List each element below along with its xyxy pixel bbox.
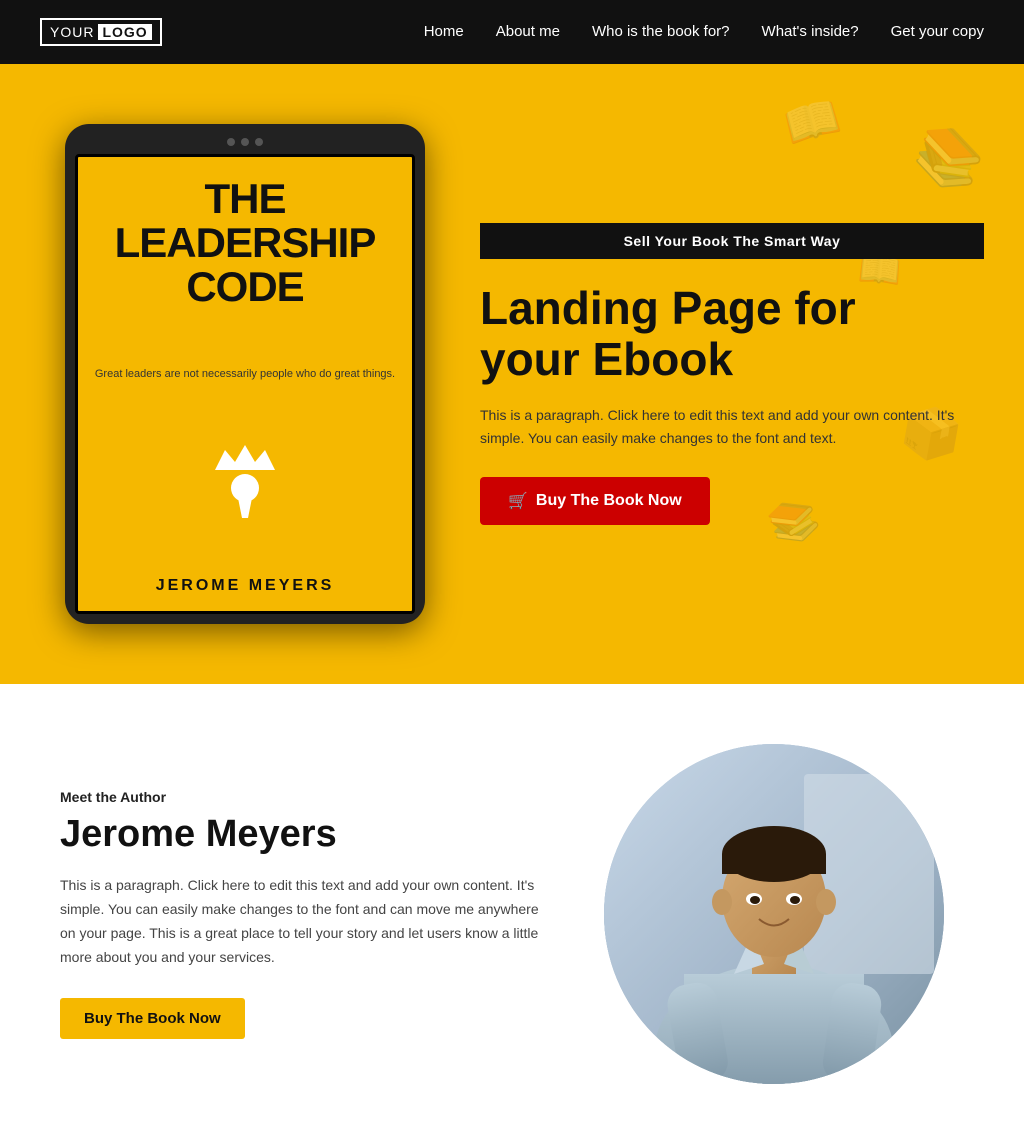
hero-buy-label: Buy The Book Now <box>536 492 682 510</box>
tablet-camera-bar <box>227 138 263 146</box>
keyhole-icon <box>210 440 280 520</box>
book-title: THELEADERSHIPCODE <box>115 177 376 309</box>
tablet-dot-1 <box>227 138 235 146</box>
author-paragraph: This is a paragraph. Click here to edit … <box>60 874 544 969</box>
nav-about[interactable]: About me <box>496 23 560 40</box>
hero-paragraph: This is a paragraph. Click here to edit … <box>480 404 984 449</box>
meet-author-label: Meet the Author <box>60 789 544 805</box>
nav-links: Home About me Who is the book for? What'… <box>424 23 984 41</box>
navbar: YOUR LOGO Home About me Who is the book … <box>0 0 1024 64</box>
nav-home[interactable]: Home <box>424 23 464 40</box>
bg-icon-1: 📚 <box>906 116 993 201</box>
author-photo-bg <box>604 744 944 1084</box>
author-photo-circle <box>604 744 944 1084</box>
tablet-dot-3 <box>255 138 263 146</box>
hero-text-area: Sell Your Book The Smart Way Landing Pag… <box>460 223 1024 525</box>
cart-icon: 🛒 <box>508 491 528 511</box>
book-author: JEROME MEYERS <box>156 577 335 595</box>
hero-banner: Sell Your Book The Smart Way <box>480 223 984 259</box>
author-section: Meet the Author Jerome Meyers This is a … <box>0 684 1024 1144</box>
hero-headline: Landing Page foryour Ebook <box>480 283 984 384</box>
author-buy-button[interactable]: Buy The Book Now <box>60 998 245 1039</box>
logo-logo: LOGO <box>98 24 151 40</box>
book-subtitle: Great leaders are not necessarily people… <box>95 367 395 382</box>
author-photo-svg <box>604 744 944 1084</box>
hero-section: 📚 📖 📦 📚 📖 THELEADERSHIPCODE Great leader… <box>0 64 1024 684</box>
bg-icon-2: 📖 <box>778 89 846 155</box>
logo-your: YOUR <box>50 24 94 40</box>
tablet-device: THELEADERSHIPCODE Great leaders are not … <box>65 124 425 624</box>
keyhole-svg <box>210 440 280 520</box>
tablet-device-wrap: THELEADERSHIPCODE Great leaders are not … <box>0 124 460 624</box>
tablet-dot-2 <box>241 138 249 146</box>
author-name: Jerome Meyers <box>60 813 544 856</box>
book-cover: THELEADERSHIPCODE Great leaders are not … <box>75 154 415 614</box>
author-photo-wrap <box>584 744 964 1084</box>
logo[interactable]: YOUR LOGO <box>40 18 162 46</box>
author-text: Meet the Author Jerome Meyers This is a … <box>60 789 544 1038</box>
nav-copy[interactable]: Get your copy <box>891 23 984 40</box>
nav-who[interactable]: Who is the book for? <box>592 23 730 40</box>
nav-inside[interactable]: What's inside? <box>762 23 859 40</box>
hero-buy-button[interactable]: 🛒 Buy The Book Now <box>480 477 710 525</box>
